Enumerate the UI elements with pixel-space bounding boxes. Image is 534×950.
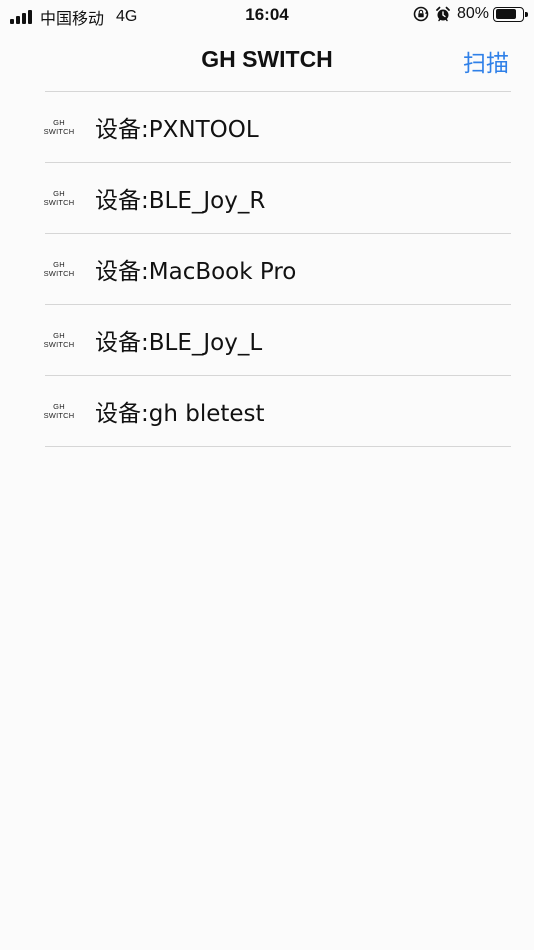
device-label: 设备:BLE_Joy_R bbox=[95, 188, 266, 214]
status-bar: 中国移动 4G 16:04 80% bbox=[0, 0, 534, 30]
device-label: 设备:PXNTOOL bbox=[95, 117, 259, 143]
logo-line-1: GH bbox=[53, 260, 65, 269]
screen: 中国移动 4G 16:04 80% GH SWITCH 扫描 GH SWITCH… bbox=[0, 0, 534, 950]
rotation-lock-icon bbox=[413, 6, 429, 22]
logo-line-2: SWITCH bbox=[43, 127, 75, 136]
alarm-icon bbox=[436, 6, 450, 22]
logo-line-1: GH bbox=[53, 118, 65, 127]
device-row-gh-bletest[interactable]: GH SWITCH 设备:gh bletest bbox=[44, 376, 511, 447]
gh-switch-logo-icon: GH SWITCH bbox=[41, 189, 77, 207]
battery-icon bbox=[493, 6, 528, 22]
battery-cap bbox=[525, 11, 528, 17]
battery-fill bbox=[495, 9, 517, 19]
logo-line-2: SWITCH bbox=[43, 269, 75, 278]
scan-button[interactable]: 扫描 bbox=[463, 44, 509, 78]
device-row-ble-joy-r[interactable]: GH SWITCH 设备:BLE_Joy_R bbox=[44, 163, 511, 234]
gh-switch-logo-icon: GH SWITCH bbox=[41, 331, 77, 349]
logo-line-1: GH bbox=[53, 402, 65, 411]
page-title: GH SWITCH bbox=[201, 46, 333, 72]
status-right: 80% bbox=[413, 5, 528, 23]
logo-line-2: SWITCH bbox=[43, 198, 75, 207]
device-label: 设备:gh bletest bbox=[95, 401, 265, 427]
logo-line-1: GH bbox=[53, 331, 65, 340]
gh-switch-logo-icon: GH SWITCH bbox=[41, 118, 77, 136]
device-row-ble-joy-l[interactable]: GH SWITCH 设备:BLE_Joy_L bbox=[44, 305, 511, 376]
gh-switch-logo-icon: GH SWITCH bbox=[41, 260, 77, 278]
device-row-macbook-pro[interactable]: GH SWITCH 设备:MacBook Pro bbox=[44, 234, 511, 305]
device-label: 设备:MacBook Pro bbox=[95, 259, 297, 285]
device-label: 设备:BLE_Joy_L bbox=[95, 330, 263, 356]
device-list: GH SWITCH 设备:PXNTOOL GH SWITCH 设备:BLE_Jo… bbox=[44, 91, 511, 447]
logo-line-1: GH bbox=[53, 189, 65, 198]
gh-switch-logo-icon: GH SWITCH bbox=[41, 402, 77, 420]
navigation-bar: GH SWITCH 扫描 bbox=[0, 30, 534, 92]
logo-line-2: SWITCH bbox=[43, 411, 75, 420]
battery-percent: 80% bbox=[456, 5, 489, 22]
device-row-pxntool[interactable]: GH SWITCH 设备:PXNTOOL bbox=[44, 92, 511, 163]
logo-line-2: SWITCH bbox=[43, 340, 75, 349]
